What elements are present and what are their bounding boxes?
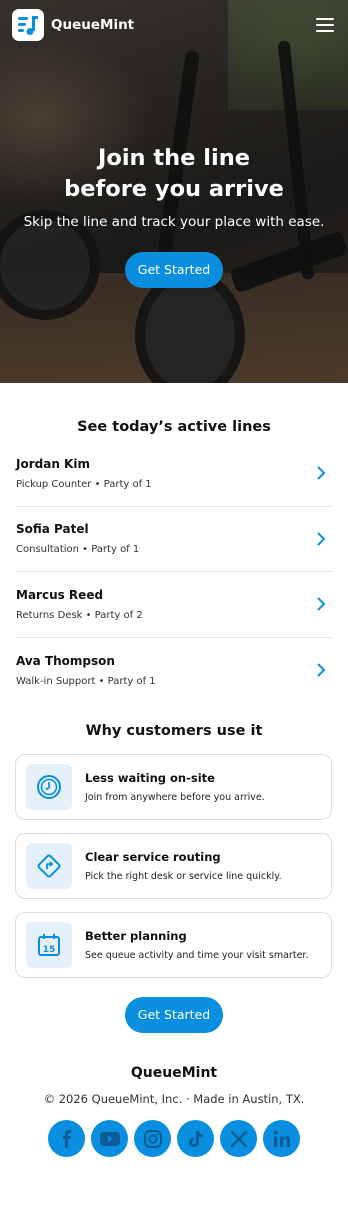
facebook-icon[interactable] [48, 1120, 85, 1157]
line-item-sofia-patel[interactable]: Sofia Patel Consultation • Party of 1 [16, 507, 332, 572]
feature-card-title: Clear service routing [85, 850, 221, 864]
secondary-cta: Get Started [0, 997, 348, 1033]
calendar-icon-day: 15 [43, 945, 56, 955]
line-item-name: Sofia Patel [16, 522, 89, 537]
active-lines-section: See today’s active lines Jordan Kim Pick… [0, 419, 348, 703]
why-section: Why customers use it Less waiting on-sit… [0, 723, 348, 978]
line-item-meta: Walk-in Support • Party of 1 [16, 675, 156, 687]
hero-content: Join the line before you arrive Skip the… [0, 143, 348, 288]
chevron-right-icon[interactable] [314, 466, 328, 480]
brand-name: QueueMint [51, 17, 135, 33]
feature-card-title: Less waiting on-site [85, 771, 215, 785]
hero-section: QueueMint Join the line before you arriv… [0, 0, 348, 383]
calendar-icon: 15 [26, 922, 72, 968]
clock-icon [26, 764, 72, 810]
feature-card-title: Better planning [85, 929, 187, 943]
feature-card-desc: See queue activity and time your visit s… [85, 950, 309, 961]
line-item-meta: Consultation • Party of 1 [16, 544, 140, 556]
why-heading: Why customers use it [85, 723, 263, 739]
line-item-name: Marcus Reed [16, 587, 104, 602]
hero-subtitle: Skip the line and track your place with … [23, 214, 325, 230]
line-item-meta: Returns Desk • Party of 2 [16, 609, 143, 621]
line-item-jordan-kim[interactable]: Jordan Kim Pickup Counter • Party of 1 [16, 441, 332, 507]
line-item-name: Jordan Kim [16, 456, 90, 471]
brand-link[interactable]: QueueMint [12, 9, 134, 41]
linkedin-icon[interactable] [263, 1120, 300, 1157]
feature-card-desc: Join from anywhere before you arrive. [85, 792, 265, 803]
footer-get-started-button[interactable]: Get Started [124, 997, 224, 1033]
line-item-marcus-reed[interactable]: Marcus Reed Returns Desk • Party of 2 [16, 572, 332, 638]
hamburger-menu-icon[interactable] [316, 18, 334, 32]
top-nav: QueueMint [0, 0, 348, 50]
chevron-right-icon[interactable] [314, 597, 328, 611]
hero-title: Join the line before you arrive [0, 143, 348, 205]
line-item-meta: Pickup Counter • Party of 1 [16, 478, 152, 490]
queuemint-logo-icon [12, 9, 44, 41]
feature-card-less-waiting: Less waiting on-site Join from anywhere … [15, 754, 332, 820]
hero-title-line2: before you arrive [64, 176, 284, 202]
chevron-right-icon[interactable] [314, 663, 328, 677]
tiktok-icon[interactable] [177, 1120, 214, 1157]
hero-get-started-button[interactable]: Get Started [124, 252, 224, 288]
footer-copyright: © 2026 QueueMint, Inc. · Made in Austin,… [43, 1092, 305, 1106]
youtube-icon[interactable] [91, 1120, 128, 1157]
routing-sign-icon [26, 843, 72, 889]
footer: QueueMint © 2026 QueueMint, Inc. · Made … [0, 1065, 348, 1187]
feature-card-better-planning: 15 Better planning See queue activity an… [15, 912, 332, 978]
footer-brand: QueueMint [130, 1065, 218, 1081]
chevron-right-icon[interactable] [314, 532, 328, 546]
line-item-ava-thompson[interactable]: Ava Thompson Walk-in Support • Party of … [16, 638, 332, 704]
line-item-name: Ava Thompson [16, 653, 115, 668]
feature-card-desc: Pick the right desk or service line quic… [85, 871, 282, 882]
active-lines-heading: See today’s active lines [77, 419, 271, 435]
instagram-icon[interactable] [134, 1120, 171, 1157]
social-links [0, 1120, 348, 1157]
feature-card-service-routing: Clear service routing Pick the right des… [15, 833, 332, 899]
hero-title-line1: Join the line [98, 145, 250, 171]
x-icon[interactable] [220, 1120, 257, 1157]
